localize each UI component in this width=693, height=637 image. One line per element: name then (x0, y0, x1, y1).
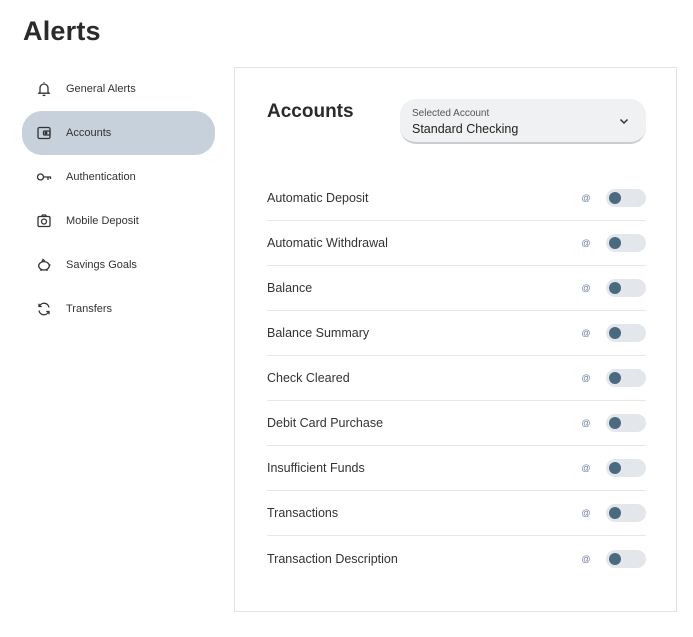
toggle-knob (609, 327, 621, 339)
alert-label: Transaction Description (267, 551, 398, 566)
email-channel-icon: @ (581, 418, 591, 428)
alert-label: Balance (267, 281, 313, 295)
sidebar-item-accounts[interactable]: Accounts (22, 111, 215, 155)
alert-toggle[interactable] (606, 504, 646, 522)
panel-title: Accounts (267, 101, 354, 122)
alert-label: Check Cleared (267, 371, 350, 385)
alert-toggle[interactable] (606, 324, 646, 342)
chevron-down-icon (619, 118, 629, 125)
alert-toggle[interactable] (606, 414, 646, 432)
bell-icon (36, 81, 52, 97)
alert-toggle[interactable] (606, 369, 646, 387)
email-channel-icon: @ (581, 553, 591, 564)
sidebar-item-general-alerts[interactable]: General Alerts (22, 67, 215, 111)
toggle-knob (609, 462, 621, 474)
toggle-knob (609, 417, 621, 429)
email-channel-icon: @ (581, 463, 591, 473)
page-title: Alerts (23, 16, 101, 46)
account-select[interactable]: Selected Account Standard Checking (400, 99, 646, 144)
alert-label: Automatic Deposit (267, 191, 369, 205)
alert-row-balance: Balance @ (267, 266, 646, 311)
alert-toggle[interactable] (606, 234, 646, 252)
camera-icon (36, 213, 52, 229)
sidebar-item-label: Accounts (66, 127, 112, 139)
alert-toggle[interactable] (606, 189, 646, 207)
sidebar-item-label: Mobile Deposit (66, 215, 139, 227)
account-select-label: Selected Account (412, 108, 490, 119)
sidebar-item-transfers[interactable]: Transfers (22, 287, 215, 331)
alert-label: Debit Card Purchase (267, 416, 384, 430)
alert-toggle[interactable] (606, 549, 646, 568)
email-channel-icon: @ (581, 328, 591, 338)
email-channel-icon: @ (581, 508, 591, 518)
email-channel-icon: @ (581, 373, 591, 383)
alert-row-debit-card-purchase: Debit Card Purchase @ (267, 401, 646, 446)
email-channel-icon: @ (581, 193, 591, 203)
email-channel-icon: @ (581, 283, 591, 293)
wallet-icon (36, 125, 52, 141)
sidebar-item-authentication[interactable]: Authentication (22, 155, 215, 199)
piggy-bank-icon (36, 257, 52, 273)
toggle-knob (609, 282, 621, 294)
alert-label: Balance Summary (267, 326, 370, 340)
toggle-knob (609, 192, 621, 204)
toggle-knob (609, 372, 621, 384)
sidebar-item-label: Savings Goals (66, 259, 137, 271)
transfer-icon (36, 301, 52, 317)
alert-toggle[interactable] (606, 279, 646, 297)
sidebar-item-mobile-deposit[interactable]: Mobile Deposit (22, 199, 215, 243)
alert-row-balance-summary: Balance Summary @ (267, 311, 646, 356)
alert-row-insufficient-funds: Insufficient Funds @ (267, 446, 646, 491)
alert-label: Transactions (267, 506, 339, 520)
sidebar-item-label: General Alerts (66, 83, 136, 95)
sidebar-item-label: Authentication (66, 171, 136, 183)
email-channel-icon: @ (581, 238, 591, 248)
alert-label: Insufficient Funds (267, 461, 365, 475)
account-select-value: Standard Checking (412, 122, 519, 136)
alerts-panel: Accounts Selected Account Standard Check… (234, 67, 677, 612)
sidebar: General Alerts Accounts Authentication M… (22, 67, 215, 331)
alert-row-check-cleared: Check Cleared @ (267, 356, 646, 401)
alert-list: Automatic Deposit @ Automatic Withdrawal… (267, 176, 646, 581)
alert-row-automatic-withdrawal: Automatic Withdrawal @ (267, 221, 646, 266)
alert-toggle[interactable] (606, 459, 646, 477)
toggle-knob (609, 552, 621, 565)
sidebar-item-savings-goals[interactable]: Savings Goals (22, 243, 215, 287)
alert-row-transactions: Transactions @ (267, 491, 646, 536)
key-icon (36, 169, 52, 185)
sidebar-item-label: Transfers (66, 303, 113, 315)
alert-row-automatic-deposit: Automatic Deposit @ (267, 176, 646, 221)
toggle-knob (609, 507, 621, 519)
alert-label: Automatic Withdrawal (267, 236, 388, 250)
alert-row-transaction-description: Transaction Description @ (267, 536, 646, 581)
toggle-knob (609, 237, 621, 249)
